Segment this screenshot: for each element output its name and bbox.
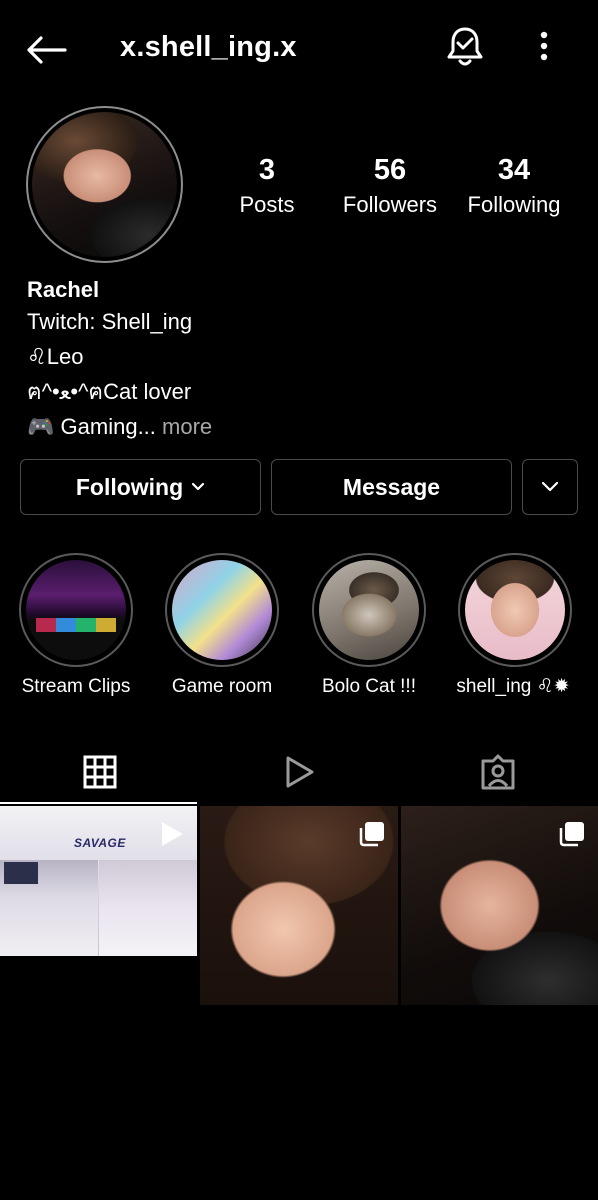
more-vertical-icon <box>540 31 548 61</box>
highlight-ring <box>19 553 133 667</box>
active-tab-indicator <box>0 802 197 804</box>
highlight-ring <box>165 553 279 667</box>
reel-play-icon <box>162 822 183 846</box>
post-thumbnail[interactable] <box>401 806 598 1005</box>
post-webcam-overlay <box>4 862 38 884</box>
bio-line-truncated: 🎮 Gaming... more <box>27 409 567 444</box>
tab-reels[interactable] <box>199 740 398 804</box>
following-count[interactable]: 34 Following <box>454 152 574 220</box>
back-button[interactable] <box>24 28 68 72</box>
avatar-photo <box>32 112 177 257</box>
profile-bio: Rachel Twitch: Shell_ing ♌Leo ฅ^•ﻌ•^ฅCat… <box>27 276 567 444</box>
highlight-label: Stream Clips <box>21 676 131 697</box>
profile-avatar[interactable] <box>26 106 183 263</box>
following-button[interactable]: Following <box>20 459 261 515</box>
bio-line: ♌Leo <box>27 344 84 369</box>
tagged-person-icon <box>481 754 514 790</box>
following-count-value: 34 <box>497 154 531 186</box>
highlight-label: shell_ing ♌✹ <box>456 676 570 697</box>
post-overlay-text: SAVAGE <box>74 836 126 850</box>
post-clip-panel <box>99 860 197 956</box>
story-highlight[interactable]: Game room <box>164 553 280 697</box>
notifications-button[interactable] <box>444 24 486 68</box>
profile-username: x.shell_ing.x <box>120 31 297 63</box>
message-button[interactable]: Message <box>271 459 512 515</box>
followers-count-value: 56 <box>373 154 407 186</box>
grid-icon <box>83 755 116 789</box>
followers-count-label: Followers <box>342 192 438 217</box>
story-highlight[interactable]: Bolo Cat !!! <box>311 553 427 697</box>
following-count-label: Following <box>467 192 561 217</box>
highlight-ring <box>312 553 426 667</box>
gamepad-emoji: 🎮 <box>27 414 55 439</box>
posts-count[interactable]: 3 Posts <box>207 152 327 220</box>
bio-line: ฅ^•ﻌ•^ฅCat lover <box>27 379 192 404</box>
profile-display-name: Rachel <box>27 277 100 302</box>
bio-line-text: Gaming... <box>60 414 156 439</box>
story-highlight[interactable]: shell_ing ♌✹ <box>456 553 573 697</box>
tab-tagged[interactable] <box>398 740 597 804</box>
chevron-down-icon <box>192 482 205 491</box>
message-button-label: Message <box>342 473 441 500</box>
highlight-cover <box>465 560 565 660</box>
posts-count-label: Posts <box>239 192 295 217</box>
highlight-cover <box>172 560 272 660</box>
carousel-icon <box>559 822 584 847</box>
highlight-cover <box>26 560 126 660</box>
followers-count[interactable]: 56 Followers <box>330 152 450 220</box>
post-thumbnail[interactable]: SAVAGE <box>0 806 197 956</box>
highlight-label: Bolo Cat !!! <box>322 676 416 697</box>
story-highlight[interactable]: Stream Clips <box>18 553 134 697</box>
highlight-cover <box>319 560 419 660</box>
profile-header: x.shell_ing.x <box>0 0 598 100</box>
highlight-ring <box>458 553 572 667</box>
post-thumbnail[interactable] <box>200 806 398 1005</box>
highlight-label: Game room <box>171 676 273 697</box>
bell-check-icon <box>447 27 483 66</box>
more-options-button[interactable] <box>528 26 560 66</box>
following-button-label: Following <box>75 473 184 500</box>
carousel-icon <box>359 822 384 847</box>
tab-posts-grid[interactable] <box>0 740 199 804</box>
posts-count-value: 3 <box>258 154 276 186</box>
reels-play-icon <box>286 756 313 788</box>
suggested-accounts-button[interactable] <box>522 459 578 515</box>
bio-line: Twitch: Shell_ing <box>27 309 193 334</box>
bio-more-link[interactable]: more <box>162 414 212 439</box>
arrow-left-icon <box>27 36 67 64</box>
chevron-down-icon <box>541 481 559 492</box>
